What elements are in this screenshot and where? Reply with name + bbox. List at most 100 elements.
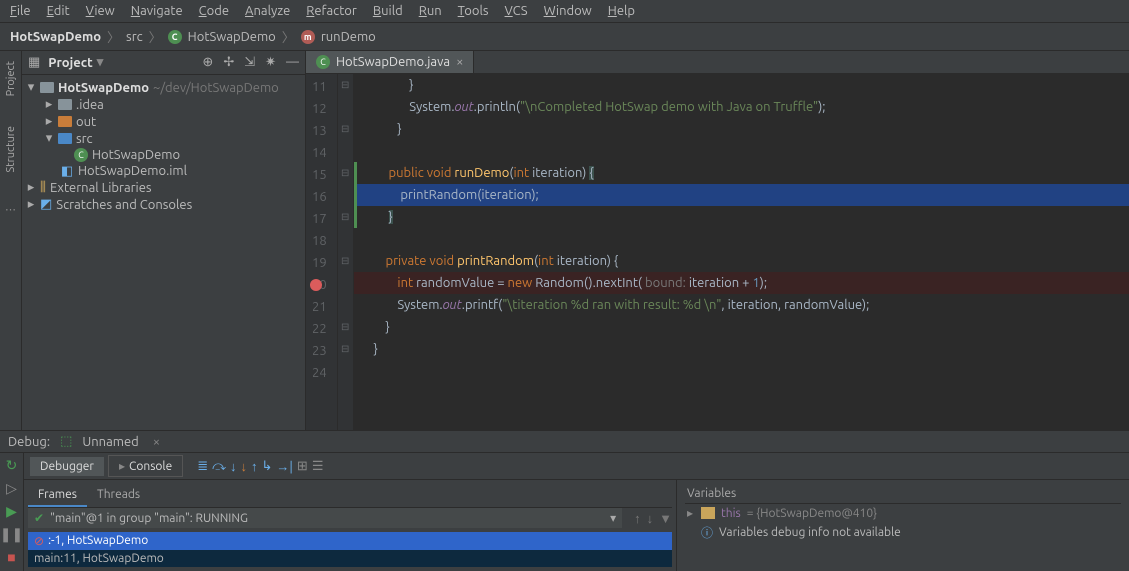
up-icon[interactable]: ↑: [634, 511, 641, 526]
side-tab-project[interactable]: Project: [5, 61, 17, 96]
tree-root[interactable]: ▾ HotSwapDemo ~/dev/HotSwapDemo: [22, 79, 305, 96]
var-this[interactable]: ▸ this = {HotSwapDemo@410}: [685, 504, 1121, 522]
stop-icon[interactable]: ■: [7, 549, 15, 565]
menu-run[interactable]: Run: [419, 4, 442, 18]
close-icon[interactable]: ×: [456, 55, 463, 69]
code-line[interactable]: public void runDemo(int iteration) {: [354, 162, 1129, 184]
collapse-icon[interactable]: ⇲: [244, 55, 255, 70]
evaluate-icon[interactable]: ⊞: [297, 459, 308, 474]
project-header: ▦ Project ▾ ⊕ ✢ ⇲ ✷ —: [22, 51, 305, 75]
fold-column[interactable]: ⊟⊟⊟⊟⊟⊟⊟: [338, 74, 354, 430]
debug-tool-window: Debug: ⬚ Unnamed × ↻ ▷ ▶ ❚❚ ■ Debugger ▸…: [0, 430, 1129, 571]
gear-icon[interactable]: ✷: [265, 55, 276, 70]
debug-run-toolbar: ↻ ▷ ▶ ❚❚ ■: [0, 453, 24, 571]
step-over-icon[interactable]: ⤼: [212, 459, 226, 474]
breadcrumb-folder[interactable]: src: [126, 30, 143, 44]
breadcrumb-class[interactable]: HotSwapDemo: [188, 30, 276, 44]
code-line[interactable]: [354, 228, 1129, 250]
console-icon: ▸: [119, 459, 125, 473]
menu-build[interactable]: Build: [373, 4, 403, 18]
chevron-icon: 〉: [107, 27, 120, 46]
menu-navigate[interactable]: Navigate: [131, 4, 183, 18]
tab-debugger[interactable]: Debugger: [30, 457, 104, 476]
thread-name: "main"@1 in group "main": RUNNING: [50, 512, 248, 525]
tree-external-libs[interactable]: ▸⫼External Libraries: [22, 179, 305, 196]
thread-selector[interactable]: ✔ "main"@1 in group "main": RUNNING ▾: [28, 508, 622, 528]
code-line[interactable]: }: [354, 74, 1129, 96]
menu-code[interactable]: Code: [199, 4, 229, 18]
tab-console[interactable]: ▸ Console: [108, 455, 183, 477]
editor-tabs: C HotSwapDemo.java ×: [306, 51, 1129, 74]
close-icon[interactable]: ×: [153, 435, 160, 449]
tree-out[interactable]: ▸out: [22, 113, 305, 130]
pause-icon[interactable]: ❚❚: [0, 526, 23, 543]
code-line[interactable]: [354, 140, 1129, 162]
debug-body: ↻ ▷ ▶ ❚❚ ■ Debugger ▸ Console ≣ ⤼ ↓ ↓ ↑ …: [0, 453, 1129, 571]
project-tree[interactable]: ▾ HotSwapDemo ~/dev/HotSwapDemo ▸.idea ▸…: [22, 75, 305, 217]
step-into-icon[interactable]: ↓: [230, 459, 237, 474]
debugger-tabbar: Debugger ▸ Console ≣ ⤼ ↓ ↓ ↑ ↳ →| ⊞ ☰: [24, 453, 1129, 480]
frame-item[interactable]: ⊘:-1, HotSwapDemo: [28, 532, 672, 550]
menu-edit[interactable]: Edit: [47, 4, 70, 18]
code-line[interactable]: int randomValue = new Random().nextInt( …: [354, 272, 1129, 294]
menu-tools[interactable]: Tools: [458, 4, 489, 18]
subtab-frames[interactable]: Frames: [28, 484, 87, 507]
menu-file[interactable]: File: [10, 4, 31, 18]
filter-icon[interactable]: ▼: [659, 511, 672, 526]
force-step-into-icon[interactable]: ↓: [241, 459, 248, 474]
code-lines[interactable]: } System.out.println("\nCompleted HotSwa…: [354, 74, 1129, 430]
subtab-threads[interactable]: Threads: [87, 484, 150, 507]
code-line[interactable]: System.out.printf("\titeration %d ran wi…: [354, 294, 1129, 316]
variables-panel: Variables ▸ this = {HotSwapDemo@410} ⓘ V…: [677, 480, 1129, 571]
tree-idea[interactable]: ▸.idea: [22, 96, 305, 113]
code-line[interactable]: }: [354, 316, 1129, 338]
menu-window[interactable]: Window: [544, 4, 592, 18]
info-icon: ⓘ: [701, 524, 713, 541]
show-execution-icon[interactable]: ≣: [197, 459, 208, 474]
code-line[interactable]: printRandom(iteration);: [354, 184, 1129, 206]
tree-scratches[interactable]: ▸◩Scratches and Consoles: [22, 196, 305, 213]
menu-analyze[interactable]: Analyze: [245, 4, 290, 18]
step-toolbar: ≣ ⤼ ↓ ↓ ↑ ↳ →| ⊞ ☰: [197, 459, 323, 474]
code-line[interactable]: }: [354, 338, 1129, 360]
breadcrumb-project[interactable]: HotSwapDemo: [10, 30, 101, 44]
frame-list[interactable]: ⊘:-1, HotSwapDemo main:11, HotSwapDemo: [28, 532, 672, 567]
expand-icon[interactable]: ✢: [223, 55, 234, 70]
code-line[interactable]: private void printRandom(int iteration) …: [354, 250, 1129, 272]
side-tab-structure[interactable]: Structure: [5, 126, 17, 173]
step-out-icon[interactable]: ↑: [251, 459, 258, 474]
project-view-title[interactable]: Project ▾: [48, 55, 103, 70]
gutter[interactable]: 1112131415161718192021222324: [306, 74, 338, 430]
debug-config-name[interactable]: Unnamed: [82, 435, 138, 449]
modify-icon[interactable]: ▷: [6, 480, 17, 497]
tree-iml[interactable]: ◧HotSwapDemo.iml: [22, 163, 305, 179]
code-line[interactable]: [354, 360, 1129, 382]
tool-window-bar: Project Structure ⋯: [0, 51, 22, 430]
resume-icon[interactable]: ▶: [6, 503, 17, 520]
frame-item[interactable]: main:11, HotSwapDemo: [28, 550, 672, 567]
menu-view[interactable]: View: [86, 4, 115, 18]
down-icon[interactable]: ↓: [647, 511, 654, 526]
code-line[interactable]: }: [354, 118, 1129, 140]
menu-help[interactable]: Help: [608, 4, 635, 18]
code-area[interactable]: 1112131415161718192021222324 ⊟⊟⊟⊟⊟⊟⊟ } S…: [306, 74, 1129, 430]
menu-vcs[interactable]: VCS: [505, 4, 528, 18]
run-to-cursor-icon[interactable]: →|: [276, 459, 293, 474]
hide-icon[interactable]: —: [286, 55, 299, 70]
tree-class[interactable]: CHotSwapDemo: [22, 147, 305, 163]
tree-src[interactable]: ▾src: [22, 130, 305, 147]
rerun-icon[interactable]: ↻: [6, 457, 18, 474]
editor: C HotSwapDemo.java × 1112131415161718192…: [306, 51, 1129, 430]
locate-icon[interactable]: ⊕: [202, 55, 213, 70]
menu-refactor[interactable]: Refactor: [306, 4, 357, 18]
more-icon[interactable]: ⋯: [5, 203, 16, 216]
class-icon: C: [316, 55, 330, 69]
code-line[interactable]: System.out.println("\nCompleted HotSwap …: [354, 96, 1129, 118]
drop-frame-icon[interactable]: ↳: [262, 459, 273, 474]
trace-icon[interactable]: ☰: [312, 459, 324, 474]
breadcrumb: HotSwapDemo 〉 src 〉 C HotSwapDemo 〉 m ru…: [0, 23, 1129, 51]
code-line[interactable]: }: [354, 206, 1129, 228]
breadcrumb-method[interactable]: runDemo: [321, 30, 376, 44]
editor-tab[interactable]: C HotSwapDemo.java ×: [306, 51, 474, 73]
main-area: Project Structure ⋯ ▦ Project ▾ ⊕ ✢ ⇲ ✷ …: [0, 51, 1129, 430]
